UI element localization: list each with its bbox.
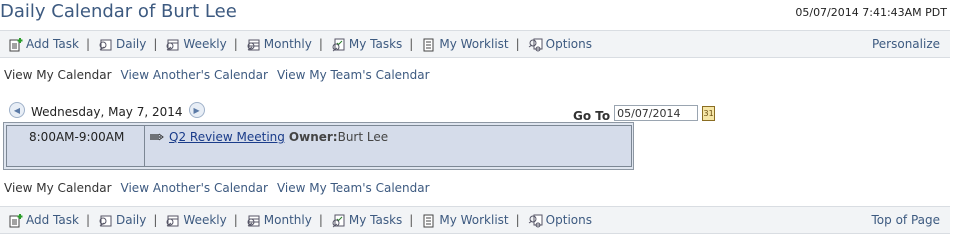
options-icon: [528, 38, 543, 51]
add-task-link[interactable]: Add Task: [8, 37, 79, 52]
time-slot: 8:00AM-9:00AM: [6, 125, 145, 167]
timestamp: 05/07/2014 7:41:43AM PDT: [795, 6, 947, 19]
add-task-label: Add Task: [26, 213, 79, 227]
my-tasks-link[interactable]: My Tasks: [331, 213, 402, 228]
view-my-calendar-link[interactable]: View My Calendar: [4, 68, 112, 82]
previous-day-icon[interactable]: ◀: [9, 102, 25, 118]
weekly-icon: [166, 39, 179, 50]
event-cell: Q2 Review Meeting Owner: Burt Lee: [144, 125, 632, 167]
tasks-icon: [332, 214, 345, 227]
toolbar-bottom: Add Task | Daily | Weekly | Monthly | My…: [0, 206, 950, 234]
goto-label: Go To: [573, 109, 611, 123]
event-entry: Q2 Review Meeting Owner: Burt Lee: [149, 130, 388, 144]
owner-label: Owner:: [288, 130, 338, 144]
options-link[interactable]: Options: [528, 213, 592, 228]
page-title: Daily Calendar of Burt Lee: [0, 1, 237, 22]
my-tasks-label: My Tasks: [348, 213, 403, 227]
monthly-icon: [247, 215, 260, 226]
options-icon: [528, 214, 543, 227]
monthly-link[interactable]: Monthly: [246, 213, 312, 228]
calendar-picker-icon[interactable]: 31: [702, 105, 716, 121]
daily-link[interactable]: Daily: [98, 213, 146, 228]
view-another-calendar-link[interactable]: View Another's Calendar: [121, 181, 268, 195]
toolbar-top: Add Task | Daily | Weekly | Monthly | My…: [0, 30, 950, 58]
my-worklist-link[interactable]: My Worklist: [421, 213, 509, 228]
my-worklist-label: My Worklist: [439, 37, 509, 51]
view-another-calendar-link[interactable]: View Another's Calendar: [121, 68, 268, 82]
weekly-link[interactable]: Weekly: [165, 213, 227, 228]
daily-icon: [99, 39, 112, 50]
event-title-link[interactable]: Q2 Review Meeting: [169, 130, 285, 144]
my-tasks-link[interactable]: My Tasks: [331, 37, 402, 52]
current-date: Wednesday, May 7, 2014: [31, 105, 183, 119]
my-worklist-link[interactable]: My Worklist: [421, 37, 509, 52]
monthly-icon: [247, 39, 260, 50]
daily-label: Daily: [116, 37, 147, 51]
monthly-label: Monthly: [263, 37, 312, 51]
daily-link[interactable]: Daily: [98, 37, 146, 52]
add-task-label: Add Task: [26, 37, 79, 51]
daily-icon: [99, 215, 112, 226]
options-label: Options: [545, 213, 592, 227]
tasks-icon: [332, 38, 345, 51]
add-task-icon: [9, 37, 23, 51]
personalize-link[interactable]: Personalize: [872, 37, 940, 51]
my-worklist-label: My Worklist: [439, 213, 509, 227]
weekly-icon: [166, 215, 179, 226]
options-label: Options: [545, 37, 592, 51]
view-team-calendar-link[interactable]: View My Team's Calendar: [277, 68, 430, 82]
next-day-icon[interactable]: ▶: [188, 102, 205, 118]
worklist-icon: [423, 38, 434, 51]
weekly-label: Weekly: [183, 37, 227, 51]
monthly-link[interactable]: Monthly: [246, 37, 312, 52]
add-task-icon: [9, 213, 23, 227]
options-link[interactable]: Options: [528, 37, 592, 52]
daily-schedule: 8:00AM-9:00AM Q2 Review Meeting Owner: B…: [3, 122, 634, 170]
date-navigation: ◀ Wednesday, May 7, 2014 ▶: [9, 101, 205, 119]
meeting-icon: [150, 133, 164, 141]
daily-label: Daily: [116, 213, 147, 227]
add-task-link[interactable]: Add Task: [8, 213, 79, 228]
calendar-links-top: View My Calendar View Another's Calendar…: [4, 68, 430, 82]
goto-date: Go To 31: [573, 103, 716, 123]
owner-name: Burt Lee: [337, 130, 389, 144]
time-slot-label: 8:00AM-9:00AM: [29, 130, 125, 144]
weekly-label: Weekly: [183, 213, 227, 227]
weekly-link[interactable]: Weekly: [165, 37, 227, 52]
monthly-label: Monthly: [263, 213, 312, 227]
calendar-links-bottom: View My Calendar View Another's Calendar…: [4, 181, 430, 195]
view-team-calendar-link[interactable]: View My Team's Calendar: [277, 181, 430, 195]
goto-date-input[interactable]: [614, 105, 699, 121]
view-my-calendar-link[interactable]: View My Calendar: [4, 181, 112, 195]
my-tasks-label: My Tasks: [348, 37, 403, 51]
top-of-page-link[interactable]: Top of Page: [872, 213, 941, 227]
worklist-icon: [423, 214, 434, 227]
